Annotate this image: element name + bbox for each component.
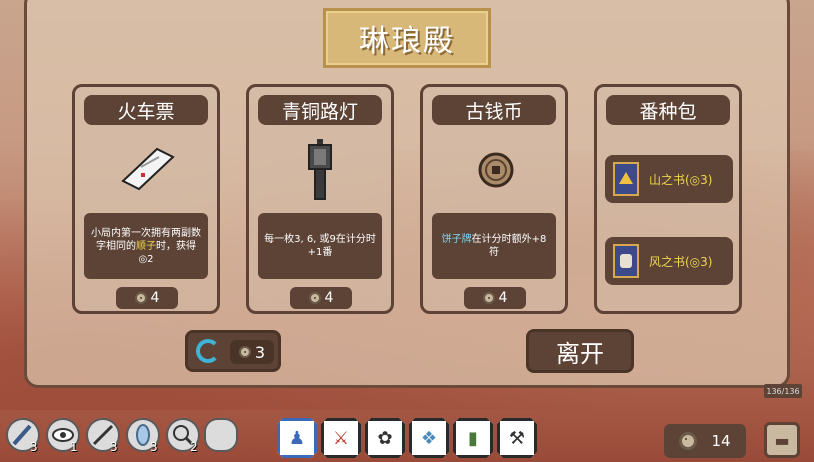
card-title: 青铜路灯: [258, 95, 382, 125]
shop-title-plate: 琳琅殿: [323, 8, 491, 68]
leave-button[interactable]: 离开: [526, 329, 634, 373]
hand-tile-2[interactable]: ⚔: [321, 418, 361, 458]
card-price: 4: [464, 287, 526, 309]
inventory-count: 3: [30, 440, 38, 454]
card-title: 番种包: [606, 95, 730, 125]
scroll-menu-button[interactable]: ▬: [764, 422, 800, 458]
card-price: 4: [116, 287, 178, 309]
empty-slot-icon[interactable]: [204, 418, 238, 452]
shop-title: 琳琅殿: [359, 24, 455, 59]
inventory-count: 3: [110, 440, 118, 454]
hand-tile-6[interactable]: ⚒: [497, 418, 537, 458]
deck-count: 136/136: [764, 384, 802, 398]
money-amount: 14: [711, 432, 731, 450]
refresh-button[interactable]: 3: [185, 330, 281, 372]
coin-icon: [238, 346, 251, 358]
hand-tile-4[interactable]: ❖: [409, 418, 449, 458]
refresh-price: 3: [230, 340, 274, 364]
coin-icon: [482, 292, 495, 304]
ancient-coin-icon: [478, 152, 514, 188]
hand-tile-3[interactable]: ✿: [365, 418, 405, 458]
shop-card-bronze-lamp[interactable]: 青铜路灯 每一枚3, 6, 或9在计分时+1番 4: [246, 84, 394, 314]
train-ticket-icon: [121, 147, 175, 191]
pack-item-label: 山之书(◎3): [649, 172, 713, 187]
card-description: 饼子牌在计分时额外+8符: [432, 213, 556, 279]
coin-icon: [134, 292, 147, 304]
card-description: 每一枚3, 6, 或9在计分时+1番: [258, 213, 382, 279]
refresh-icon: [196, 339, 220, 363]
card-description: 小局内第一次拥有两副数字相同的顺子时，获得◎2: [84, 213, 208, 279]
card-price: 4: [290, 287, 352, 309]
tool-tile-icon: ⚒: [508, 427, 526, 449]
crystal-tile-icon: ❖: [420, 427, 438, 449]
inventory-count: 1: [70, 440, 78, 454]
pack-item-label: 风之书(◎3): [649, 254, 713, 269]
inventory-count: 3: [150, 440, 158, 454]
hand-tile-1[interactable]: ♟: [277, 418, 317, 458]
pack-item-mountain-book[interactable]: 山之书(◎3): [605, 155, 733, 203]
knife-tile-icon: ⚔: [332, 427, 350, 449]
bamboo-tile-icon: ▮: [468, 427, 478, 449]
coin-icon: [308, 292, 321, 304]
shop-card-ancient-coin[interactable]: 古钱币 饼子牌在计分时额外+8符 4: [420, 84, 568, 314]
card-title: 火车票: [84, 95, 208, 125]
shop-card-train-ticket[interactable]: 火车票 小局内第一次拥有两副数字相同的顺子时，获得◎2 4: [72, 84, 220, 314]
inventory-count: 2: [190, 440, 198, 454]
flower-tile-icon: ✿: [377, 427, 393, 449]
scroll-icon: ▬: [774, 430, 790, 450]
wind-book-icon: [613, 244, 639, 278]
shop-card-pack: 番种包 山之书(◎3) 风之书(◎3): [594, 84, 742, 314]
mountain-book-icon: [613, 162, 639, 196]
coin-icon: [679, 432, 698, 450]
blue-figure-tile-icon: ♟: [288, 427, 306, 449]
pack-item-wind-book[interactable]: 风之书(◎3): [605, 237, 733, 285]
card-title: 古钱币: [432, 95, 556, 125]
hand-tile-5[interactable]: ▮: [453, 418, 493, 458]
money-display: 14: [664, 424, 746, 458]
bronze-lamp-icon: [308, 139, 332, 200]
